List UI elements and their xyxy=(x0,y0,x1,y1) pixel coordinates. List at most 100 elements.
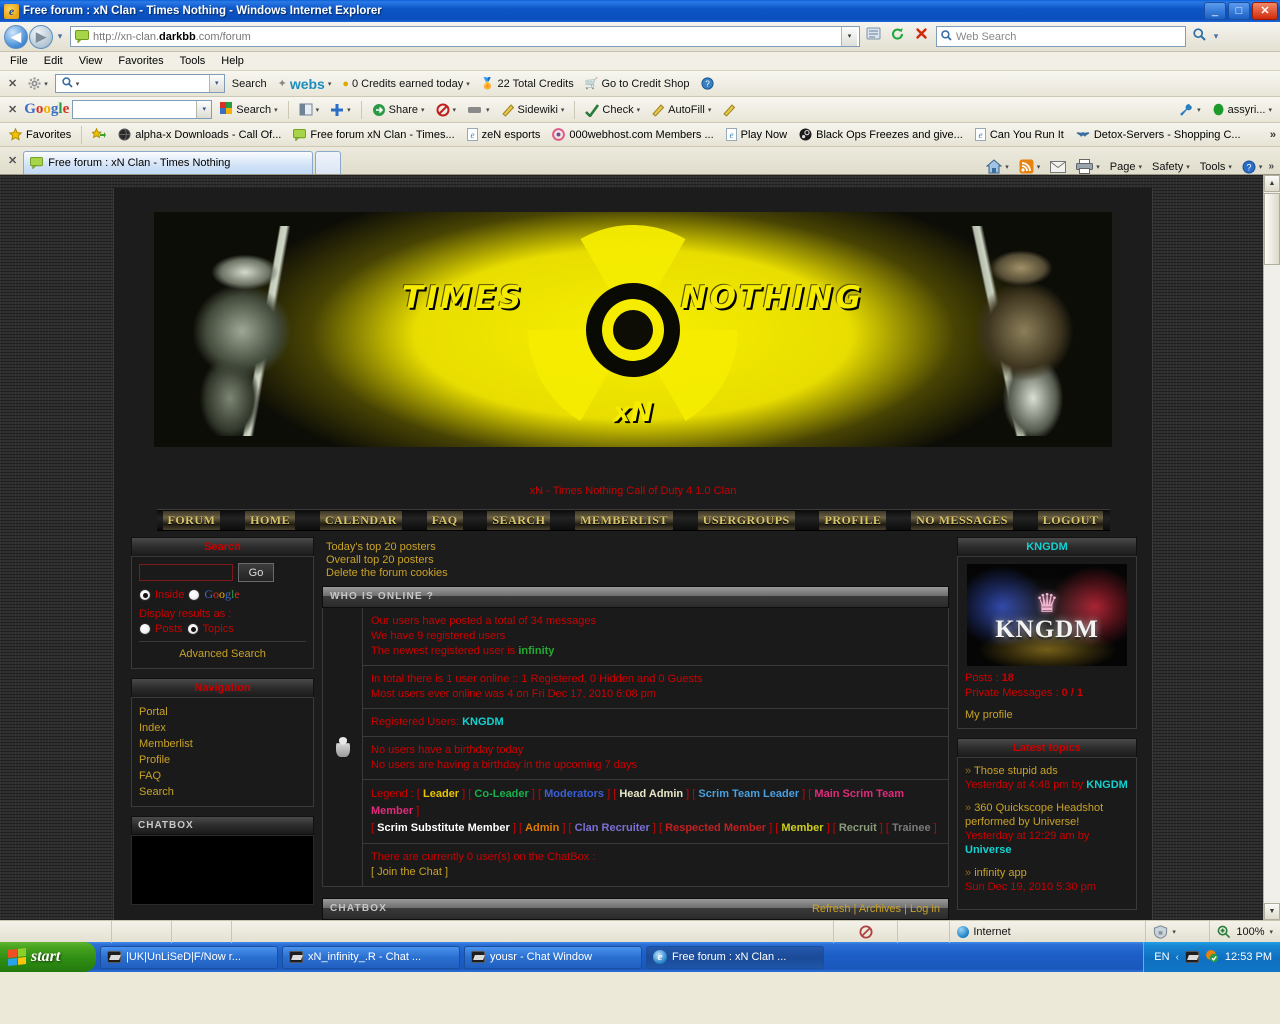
google-highlight-icon[interactable]: ▾ xyxy=(463,104,494,116)
nav-link-portal[interactable]: Portal xyxy=(139,704,306,720)
nav-link-faq[interactable]: FAQ xyxy=(139,768,306,784)
popup-blocked-indicator[interactable] xyxy=(834,920,899,943)
menu-item-tools[interactable]: Tools xyxy=(180,55,206,67)
chatbox-login-link[interactable]: Log in xyxy=(910,903,940,915)
menu-item-favorites[interactable]: Favorites xyxy=(118,55,163,67)
radio-google[interactable] xyxy=(188,588,201,601)
google-blocker-icon[interactable]: ▾ xyxy=(432,103,461,117)
webs-search-caret-icon[interactable]: ▾ xyxy=(76,80,80,88)
favorites-overflow-icon[interactable]: » xyxy=(1270,129,1276,141)
tools-menu-button[interactable]: Tools ▾ xyxy=(1196,161,1236,173)
menu-item-edit[interactable]: Edit xyxy=(44,55,63,67)
link-todays-top-posters[interactable]: Today's top 20 posters xyxy=(326,541,945,554)
webs-toolbar-close-icon[interactable]: ✕ xyxy=(4,77,21,90)
scrollbar-thumb[interactable] xyxy=(1264,193,1280,265)
security-zone[interactable]: Internet xyxy=(950,920,1147,943)
taskbar-item-msn-1[interactable]: |UK|UnLiSeD|F/Now r... xyxy=(100,945,278,969)
topic-title[interactable]: infinity app xyxy=(974,867,1027,879)
credit-shop-button[interactable]: 🛒 Go to Credit Shop xyxy=(581,77,694,91)
start-button[interactable]: start xyxy=(0,942,96,972)
scroll-up-arrow-icon[interactable]: ▲ xyxy=(1264,175,1280,192)
page-scrollbar[interactable]: ▲ ▼ xyxy=(1263,175,1280,920)
nav-link-index[interactable]: Index xyxy=(139,720,306,736)
google-sidewiki-button[interactable]: Sidewiki ▾ xyxy=(497,103,569,117)
nav-link-profile[interactable]: Profile xyxy=(139,752,306,768)
search-go-button[interactable]: Go xyxy=(238,563,274,582)
forum-nav-home[interactable]: HOME xyxy=(245,510,296,530)
google-pencil-icon[interactable] xyxy=(718,103,740,117)
taskbar-item-msn-2[interactable]: xN_infinity_.R - Chat ... xyxy=(282,945,460,969)
radio-posts[interactable] xyxy=(139,623,151,635)
favorite-item-black-ops[interactable]: Black Ops Freezes and give... xyxy=(794,127,968,142)
taskbar-item-ie[interactable]: e Free forum : xN Clan ... xyxy=(646,945,824,969)
topic-author[interactable]: Universe xyxy=(965,844,1011,856)
protected-mode-indicator[interactable]: ▾ xyxy=(1146,920,1211,943)
google-search-input[interactable]: ▾ xyxy=(72,100,213,119)
add-to-favorites-bar-icon[interactable] xyxy=(87,127,111,142)
google-share-button[interactable]: Share ▾ xyxy=(368,103,429,117)
forum-nav-calendar[interactable]: CALENDAR xyxy=(319,510,402,530)
favorite-item-play-now[interactable]: e Play Now xyxy=(721,127,792,142)
favorite-item-free-forum[interactable]: Free forum xN Clan - Times... xyxy=(288,128,459,142)
recent-pages-dropdown-icon[interactable]: ▾ xyxy=(54,31,66,42)
forum-nav-profile[interactable]: PROFILE xyxy=(819,510,887,530)
stop-button[interactable] xyxy=(910,26,932,48)
close-button[interactable]: ✕ xyxy=(1252,2,1278,20)
scroll-down-arrow-icon[interactable]: ▼ xyxy=(1264,903,1280,920)
webs-input-dropdown-icon[interactable]: ▾ xyxy=(208,75,224,92)
menu-item-view[interactable]: View xyxy=(79,55,103,67)
favorite-item-000webhost[interactable]: 000webhost.com Members ... xyxy=(547,127,718,142)
advanced-search-link[interactable]: Advanced Search xyxy=(139,646,306,662)
minimize-button[interactable]: _ xyxy=(1204,2,1226,20)
my-profile-link[interactable]: My profile xyxy=(965,709,1129,721)
help-menu-button[interactable]: ? ▾ xyxy=(1238,160,1267,174)
forum-nav-logout[interactable]: LOGOUT xyxy=(1037,510,1104,530)
radio-inside[interactable] xyxy=(139,588,151,601)
read-mail-button[interactable] xyxy=(1046,160,1070,173)
google-bookmarks-icon[interactable]: ▾ xyxy=(295,103,324,116)
latest-topic-item[interactable]: » 360 Quickscope Headshot performed by U… xyxy=(965,801,1129,857)
join-chat-link[interactable]: [ Join the Chat ] xyxy=(371,865,940,880)
chatbox-refresh-link[interactable]: Refresh xyxy=(812,903,851,915)
webs-search-button[interactable]: Search xyxy=(228,78,271,90)
tray-msn-icon[interactable] xyxy=(1184,951,1199,963)
tab-free-forum[interactable]: Free forum : xN Clan - Times Nothing xyxy=(23,151,314,174)
registered-user-link[interactable]: KNGDM xyxy=(462,716,504,728)
tabbar-close-icon[interactable]: ✕ xyxy=(4,154,21,167)
taskbar-item-msn-3[interactable]: yousr - Chat Window xyxy=(464,945,642,969)
favorite-item-zen-esports[interactable]: e zeN esports xyxy=(462,127,546,142)
forum-nav-faq[interactable]: FAQ xyxy=(426,510,463,530)
topic-author[interactable]: KNGDM xyxy=(1086,779,1128,791)
webs-search-input[interactable]: ▾ ▾ xyxy=(54,74,225,93)
google-toolbar-close-icon[interactable]: ✕ xyxy=(4,103,21,116)
google-add-button-icon[interactable]: ▾ xyxy=(326,103,355,117)
search-go-icon[interactable] xyxy=(1188,26,1210,48)
radio-topics[interactable] xyxy=(186,623,199,635)
link-overall-top-posters[interactable]: Overall top 20 posters xyxy=(326,554,945,567)
forum-nav-search[interactable]: SEARCH xyxy=(487,510,551,530)
compatibility-view-icon[interactable] xyxy=(862,26,884,48)
latest-topic-item[interactable]: » Those stupid ads Yesterday at 4:48 pm … xyxy=(965,764,1129,792)
home-caret-icon[interactable]: ▾ xyxy=(1005,163,1009,171)
google-wrench-icon[interactable]: ▾ xyxy=(1175,103,1205,117)
link-delete-cookies[interactable]: Delete the forum cookies xyxy=(326,567,945,580)
maximize-button[interactable]: □ xyxy=(1228,2,1250,20)
url-history-dropdown-icon[interactable]: ▾ xyxy=(841,27,857,46)
google-check-button[interactable]: Check ▾ xyxy=(581,103,644,117)
feeds-button[interactable]: ▾ xyxy=(1015,159,1045,174)
topic-title[interactable]: 360 Quickscope Headshot performed by Uni… xyxy=(965,802,1103,828)
search-box[interactable]: Web Search xyxy=(936,26,1186,47)
zoom-control[interactable]: 100% ▾ xyxy=(1210,921,1280,943)
webs-help-icon[interactable]: ? xyxy=(697,77,718,90)
credits-earned-button[interactable]: ● 0 Credits earned today ▾ xyxy=(338,78,473,90)
clock[interactable]: 12:53 PM xyxy=(1225,951,1272,963)
favorite-item-detox-servers[interactable]: Detox-Servers - Shopping C... xyxy=(1071,128,1246,142)
safety-menu-button[interactable]: Safety ▾ xyxy=(1148,161,1194,173)
total-credits-button[interactable]: 🏅 22 Total Credits xyxy=(477,77,578,91)
print-caret-icon[interactable]: ▾ xyxy=(1096,163,1100,171)
forward-button[interactable]: ▶ xyxy=(29,24,53,49)
commandbar-overflow-icon[interactable]: » xyxy=(1268,161,1274,172)
nav-link-search[interactable]: Search xyxy=(139,784,306,800)
google-input-dropdown-icon[interactable]: ▾ xyxy=(196,101,212,118)
google-account-button[interactable]: assyri... ▾ xyxy=(1208,103,1276,116)
